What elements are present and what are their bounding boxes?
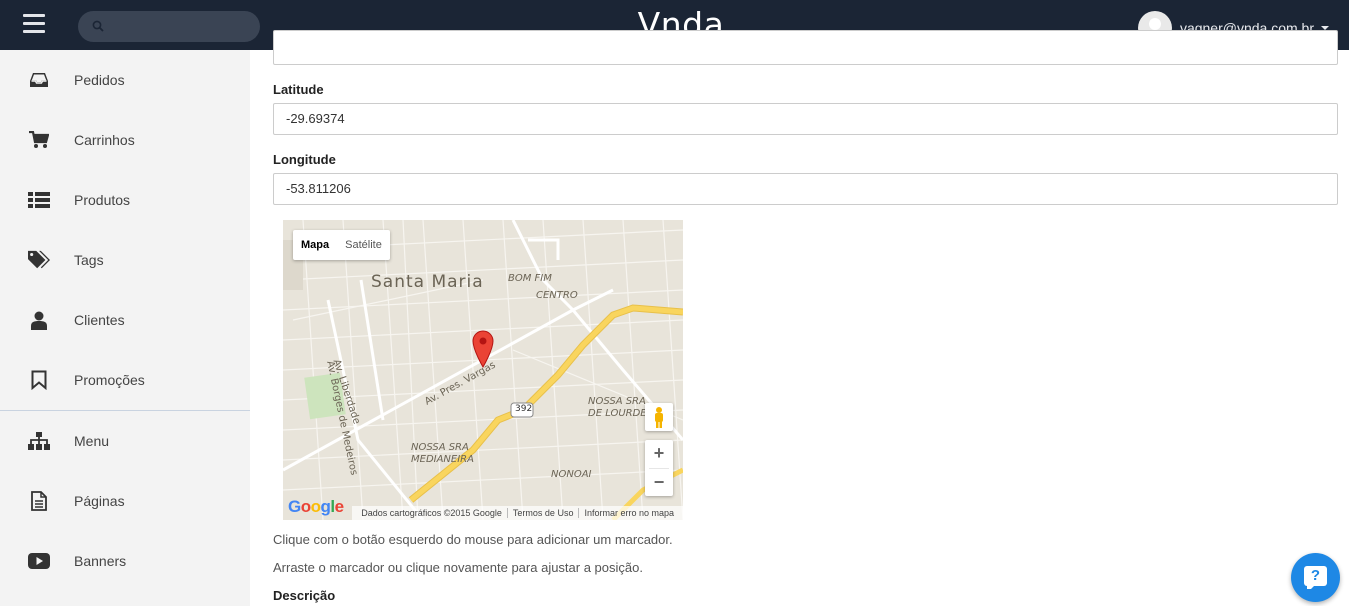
latitude-label: Latitude [273, 82, 324, 97]
bookmark-icon [28, 370, 50, 390]
location-map[interactable]: Mapa Satélite Santa Maria BOM FIM CENTRO… [283, 220, 683, 520]
sidebar-item-label: Tags [74, 252, 104, 268]
map-help-text-1: Clique com o botão esquerdo do mouse par… [273, 532, 673, 547]
sidebar-item-label: Promoções [74, 372, 145, 388]
report-error-link[interactable]: Informar erro no mapa [579, 508, 679, 518]
map-type-mapa-button[interactable]: Mapa [293, 230, 337, 260]
sidebar-item-label: Páginas [74, 493, 125, 509]
sidebar-item-promocoes[interactable]: Promoções [0, 350, 250, 410]
inbox-icon [28, 70, 50, 90]
zoom-out-button[interactable]: − [645, 469, 673, 497]
terms-link[interactable]: Termos de Uso [508, 508, 579, 518]
latitude-input[interactable]: -29.69374 [273, 103, 1338, 135]
sidebar-item-produtos[interactable]: Produtos [0, 170, 250, 230]
main-content: Latitude -29.69374 Longitude -53.811206 [250, 30, 1349, 606]
sidebar-item-pedidos[interactable]: Pedidos [0, 50, 250, 110]
sidebar-item-clientes[interactable]: Clientes [0, 290, 250, 350]
sidebar-item-banners[interactable]: Banners [0, 531, 250, 591]
help-chat-button[interactable]: ? [1291, 553, 1340, 602]
map-attribution: Dados cartográficos ©2015 Google Termos … [352, 506, 683, 520]
question-icon: ? [1304, 566, 1327, 586]
sidebar-item-label: Pedidos [74, 72, 125, 88]
sidebar-item-carrinhos[interactable]: Carrinhos [0, 110, 250, 170]
description-label: Descrição [273, 588, 336, 603]
list-icon [28, 190, 50, 210]
map-canvas [283, 220, 683, 520]
map-help-text-2: Arraste o marcador ou clique novamente p… [273, 560, 643, 575]
cart-icon [28, 130, 50, 150]
sidebar-item-label: Menu [74, 433, 110, 449]
longitude-input[interactable]: -53.811206 [273, 173, 1338, 205]
user-icon [28, 310, 50, 330]
google-logo[interactable]: Google [288, 497, 344, 517]
sidebar-item-tags[interactable]: Tags [0, 230, 250, 290]
zoom-in-button[interactable]: + [645, 440, 673, 468]
previous-field-input[interactable] [273, 30, 1338, 65]
tags-icon [28, 250, 50, 270]
sitemap-icon [28, 431, 50, 451]
sidebar-item-label: Banners [74, 553, 127, 569]
sidebar-item-menu[interactable]: Menu [0, 411, 250, 471]
sidebar-item-label: Produtos [74, 192, 131, 208]
zoom-control: + − [645, 440, 673, 496]
sidebar-item-label: Carrinhos [74, 132, 135, 148]
map-marker-icon[interactable] [472, 330, 494, 368]
map-type-satelite-button[interactable]: Satélite [337, 230, 390, 260]
youtube-play-icon [28, 551, 50, 571]
sidebar-item-label: Clientes [74, 312, 125, 328]
file-icon [28, 491, 50, 511]
map-type-control: Mapa Satélite [293, 230, 390, 260]
longitude-label: Longitude [273, 152, 336, 167]
map-data-credit: Dados cartográficos ©2015 Google [361, 508, 502, 518]
sidebar: Pedidos Carrinhos Produtos Tags Clientes… [0, 50, 250, 606]
sidebar-item-paginas[interactable]: Páginas [0, 471, 250, 531]
street-view-pegman-icon[interactable] [645, 403, 673, 431]
